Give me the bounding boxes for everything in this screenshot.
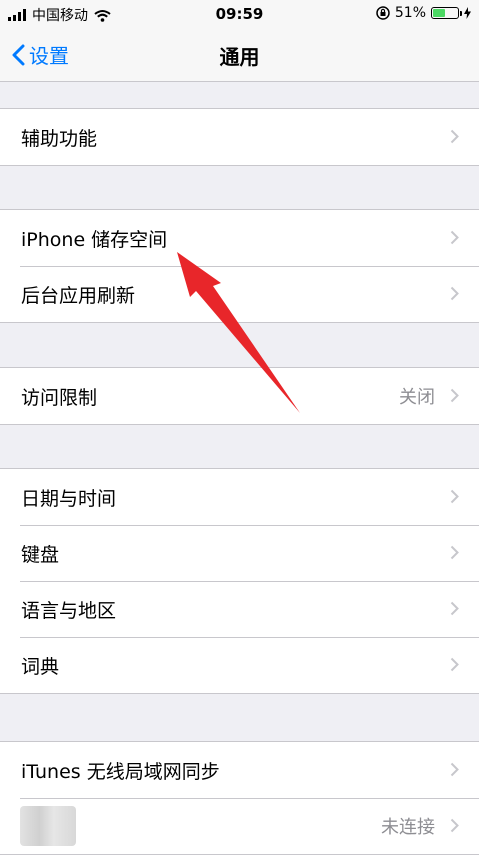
- row-label: 后台应用刷新: [21, 284, 136, 307]
- row-label: 键盘: [21, 543, 60, 566]
- blurred-label: [20, 806, 76, 846]
- row-restrictions[interactable]: 访问限制 关闭: [0, 368, 479, 424]
- row-itunes-wifi-sync[interactable]: iTunes 无线局域网同步: [0, 742, 479, 798]
- settings-group-storage: iPhone 储存空间 后台应用刷新: [0, 209, 479, 323]
- row-label: 日期与时间: [21, 487, 117, 510]
- battery-icon: [431, 7, 462, 19]
- page-title: 通用: [219, 45, 260, 69]
- chevron-right-icon: [450, 657, 459, 672]
- row-language-region[interactable]: 语言与地区: [0, 581, 479, 637]
- row-dictionary[interactable]: 词典: [0, 637, 479, 693]
- chevron-right-icon: [450, 762, 459, 777]
- row-accessibility[interactable]: 辅助功能: [0, 109, 479, 165]
- rotation-lock-icon: [376, 6, 390, 20]
- settings-group-itunes: iTunes 无线局域网同步 未连接: [0, 741, 479, 855]
- status-bar: 中国移动 09:59 51%: [0, 0, 479, 28]
- row-label: 访问限制: [21, 386, 98, 409]
- chevron-right-icon: [450, 230, 459, 245]
- chevron-right-icon: [450, 388, 459, 403]
- row-iphone-storage[interactable]: iPhone 储存空间: [0, 210, 479, 266]
- row-value: 关闭: [399, 387, 435, 408]
- row-label: iPhone 储存空间: [21, 228, 168, 251]
- status-bar-right: 51%: [376, 5, 471, 21]
- chevron-right-icon: [450, 129, 459, 144]
- row-keyboard[interactable]: 键盘: [0, 525, 479, 581]
- row-label: 语言与地区: [21, 599, 117, 622]
- settings-group-locale: 日期与时间 键盘 语言与地区 词典: [0, 468, 479, 694]
- chevron-right-icon: [450, 818, 459, 833]
- row-label: 词典: [21, 655, 60, 678]
- settings-group-restrictions: 访问限制 关闭: [0, 367, 479, 425]
- chevron-right-icon: [450, 286, 459, 301]
- chevron-right-icon: [450, 489, 459, 504]
- row-vpn[interactable]: 未连接: [0, 798, 479, 854]
- row-date-time[interactable]: 日期与时间: [0, 469, 479, 525]
- row-background-app-refresh[interactable]: 后台应用刷新: [0, 266, 479, 322]
- charging-bolt-icon: [464, 7, 471, 19]
- navigation-bar: 设置 通用: [0, 28, 479, 82]
- battery-percent: 51%: [394, 5, 426, 21]
- row-value: 未连接: [381, 817, 435, 838]
- chevron-right-icon: [450, 601, 459, 616]
- row-label: 辅助功能: [21, 127, 98, 150]
- row-label: iTunes 无线局域网同步: [21, 760, 220, 783]
- settings-group-accessibility: 辅助功能: [0, 108, 479, 166]
- chevron-right-icon: [450, 545, 459, 560]
